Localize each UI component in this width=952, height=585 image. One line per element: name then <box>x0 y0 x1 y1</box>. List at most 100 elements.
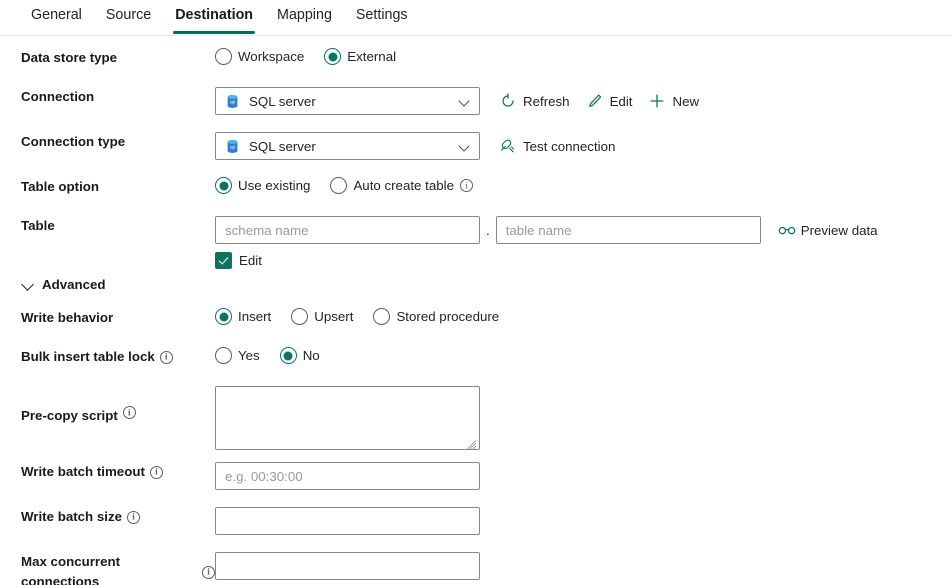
resize-handle-icon[interactable] <box>467 437 477 447</box>
plus-icon <box>649 93 665 109</box>
schema-table-separator: . <box>480 223 496 238</box>
radio-insert[interactable]: Insert <box>215 308 271 325</box>
connection-type-value: SQL server <box>249 139 460 154</box>
radio-dot-icon <box>291 308 308 325</box>
write-batch-size-label: Write batch size <box>0 507 215 527</box>
table-edit-checkbox-row: Edit <box>215 252 262 269</box>
table-name-placeholder: table name <box>506 223 572 238</box>
max-concurrent-connections-text: Max concurrent connections <box>21 552 197 585</box>
radio-dot-icon <box>215 48 232 65</box>
table-option-radio-group: Use existing Auto create table <box>215 177 473 194</box>
refresh-icon <box>500 93 516 109</box>
test-connection-label: Test connection <box>523 139 615 154</box>
sql-server-icon: sql <box>225 139 240 154</box>
tab-mapping[interactable]: Mapping <box>265 0 344 34</box>
radio-bulk-yes[interactable]: Yes <box>215 347 260 364</box>
write-batch-timeout-text: Write batch timeout <box>21 462 145 482</box>
destination-settings-panel: General Source Destination Mapping Setti… <box>0 0 952 585</box>
tab-destination[interactable]: Destination <box>163 0 265 34</box>
row-max-concurrent-connections: Max concurrent connections <box>0 552 952 585</box>
info-icon[interactable] <box>202 566 215 579</box>
radio-bulk-yes-label: Yes <box>238 348 260 363</box>
radio-workspace-label: Workspace <box>238 49 304 64</box>
row-data-store-type: Data store type Workspace External <box>0 48 952 70</box>
radio-external-label: External <box>347 49 396 64</box>
row-table-option: Table option Use existing Auto create ta… <box>0 177 952 199</box>
radio-bulk-no[interactable]: No <box>280 347 320 364</box>
info-icon[interactable] <box>150 466 163 479</box>
connection-label: Connection <box>0 87 215 107</box>
info-icon[interactable] <box>123 406 136 419</box>
radio-workspace[interactable]: Workspace <box>215 48 304 65</box>
data-store-type-radio-group: Workspace External <box>215 48 396 65</box>
schema-name-placeholder: schema name <box>225 223 309 238</box>
edit-checkbox[interactable] <box>215 252 232 269</box>
tab-settings[interactable]: Settings <box>344 0 420 34</box>
preview-data-button[interactable]: Preview data <box>778 222 878 238</box>
chevron-down-icon <box>460 141 471 152</box>
tab-source[interactable]: Source <box>94 0 163 34</box>
radio-upsert[interactable]: Upsert <box>291 308 353 325</box>
advanced-label: Advanced <box>42 277 106 292</box>
radio-insert-label: Insert <box>238 309 271 324</box>
radio-dot-selected-icon <box>280 347 297 364</box>
radio-dot-icon <box>373 308 390 325</box>
radio-stored-procedure[interactable]: Stored procedure <box>373 308 499 325</box>
test-connection-button[interactable]: Test connection <box>500 138 615 154</box>
svg-text:sql: sql <box>230 99 235 104</box>
write-batch-timeout-input[interactable]: e.g. 00:30:00 <box>215 462 480 490</box>
pre-copy-script-textarea[interactable] <box>215 386 480 450</box>
table-name-input[interactable]: table name <box>496 216 761 244</box>
bulk-insert-table-lock-text: Bulk insert table lock <box>21 347 155 367</box>
radio-auto-create-table[interactable]: Auto create table <box>330 177 473 194</box>
max-concurrent-connections-input[interactable] <box>215 552 480 580</box>
refresh-button[interactable]: Refresh <box>500 93 570 109</box>
sql-server-icon: sql <box>225 94 240 109</box>
info-icon[interactable] <box>127 511 140 524</box>
write-batch-timeout-placeholder: e.g. 00:30:00 <box>225 469 303 484</box>
info-icon[interactable] <box>160 351 173 364</box>
max-concurrent-connections-label: Max concurrent connections <box>0 552 215 585</box>
radio-dot-selected-icon <box>215 177 232 194</box>
info-icon[interactable] <box>460 179 473 192</box>
radio-use-existing-label: Use existing <box>238 178 310 193</box>
row-connection: Connection sql SQL server <box>0 87 952 115</box>
write-batch-size-input[interactable] <box>215 507 480 535</box>
glasses-icon <box>778 222 794 238</box>
radio-bulk-no-label: No <box>303 348 320 363</box>
table-label: Table <box>0 216 215 236</box>
pre-copy-script-label: Pre-copy script <box>0 386 215 426</box>
refresh-label: Refresh <box>523 94 570 109</box>
schema-name-input[interactable]: schema name <box>215 216 480 244</box>
write-batch-timeout-label: Write batch timeout <box>0 462 215 482</box>
radio-external[interactable]: External <box>324 48 396 65</box>
edit-connection-button[interactable]: Edit <box>587 93 633 109</box>
connection-dropdown[interactable]: sql SQL server <box>215 87 480 115</box>
row-write-behavior: Write behavior Insert Upsert Stored proc… <box>0 308 952 330</box>
radio-dot-selected-icon <box>215 308 232 325</box>
pencil-icon <box>587 93 603 109</box>
svg-text:sql: sql <box>230 144 235 149</box>
row-write-batch-size: Write batch size <box>0 507 952 535</box>
connection-value: SQL server <box>249 94 460 109</box>
row-table: Table schema name . table name <box>0 216 952 269</box>
advanced-section-toggle[interactable]: Advanced <box>0 277 952 292</box>
radio-dot-selected-icon <box>324 48 341 65</box>
new-connection-button[interactable]: New <box>649 93 699 109</box>
row-write-batch-timeout: Write batch timeout e.g. 00:30:00 <box>0 462 952 490</box>
write-behavior-label: Write behavior <box>0 308 215 328</box>
radio-dot-icon <box>215 347 232 364</box>
chevron-down-icon <box>460 96 471 107</box>
radio-use-existing[interactable]: Use existing <box>215 177 310 194</box>
write-behavior-radio-group: Insert Upsert Stored procedure <box>215 308 499 325</box>
radio-upsert-label: Upsert <box>314 309 353 324</box>
edit-checkbox-label[interactable]: Edit <box>239 253 262 268</box>
tab-general[interactable]: General <box>19 0 94 34</box>
data-store-type-label: Data store type <box>0 48 215 68</box>
radio-dot-icon <box>330 177 347 194</box>
pre-copy-script-text: Pre-copy script <box>21 406 118 426</box>
connection-type-dropdown[interactable]: sql SQL server <box>215 132 480 160</box>
connection-type-commands: Test connection <box>500 138 615 154</box>
row-bulk-insert-table-lock: Bulk insert table lock Yes No <box>0 347 952 369</box>
chevron-down-icon <box>22 279 34 291</box>
